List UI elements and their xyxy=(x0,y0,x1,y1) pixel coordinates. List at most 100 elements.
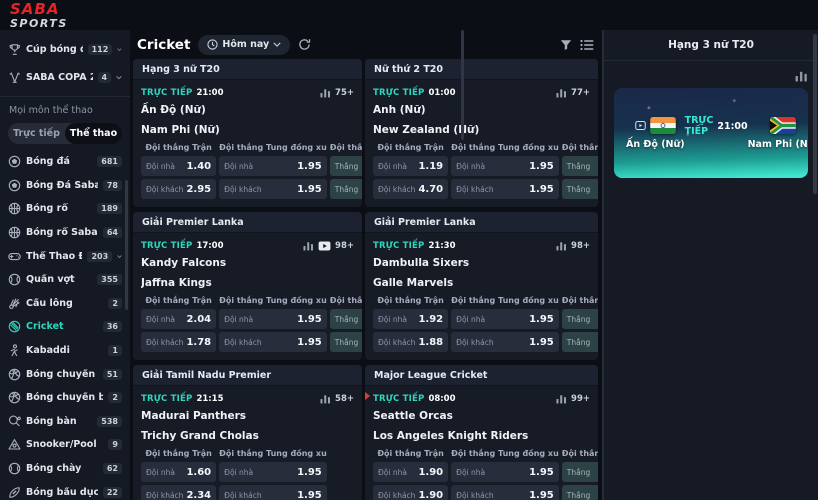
odds-cell[interactable]: Đội nhà 1.95 xyxy=(219,309,327,329)
odds-cell[interactable]: Đội nhà 1.40 xyxy=(141,156,216,176)
logo-line2: SPORTS xyxy=(10,18,68,29)
sidebar-item-qu-n-v-t[interactable]: Quần vợt 355 xyxy=(0,268,130,292)
match-card[interactable]: Giải Premier Lanka TRỰC TIẾP 17:00 98+ K… xyxy=(133,212,362,360)
odds-cell[interactable]: Thắng 1.19 xyxy=(562,156,598,176)
odds-cell[interactable]: Đội nhà 1.92 xyxy=(373,309,448,329)
stats-icon[interactable] xyxy=(320,393,331,404)
market-header: Đội thắng Trận xyxy=(330,296,362,307)
sidebar-item-cricket[interactable]: Cricket 36 xyxy=(0,315,130,339)
match-card[interactable]: Major League Cricket TRỰC TIẾP 08:00 99+… xyxy=(365,365,598,500)
market-column: Đội thắng Tung đồng xu Đội nhà 1.95 Đội … xyxy=(219,296,327,352)
stats-icon[interactable] xyxy=(556,393,567,404)
video-icon[interactable] xyxy=(318,241,331,251)
filter-icon[interactable] xyxy=(560,39,572,51)
odds-cell[interactable]: Thắng 1.90 xyxy=(562,485,598,500)
sidebar-scrollbar[interactable] xyxy=(125,180,128,310)
kabaddi-icon xyxy=(8,344,21,357)
odds-label: Đội nhà xyxy=(224,468,253,477)
sidebar-item-b-ng-chuy-n[interactable]: Bóng chuyền 51 xyxy=(0,362,130,386)
markets-count[interactable]: 75+ xyxy=(335,88,354,98)
stats-icon[interactable] xyxy=(303,240,314,251)
odds-cell[interactable]: Thắng 2.95 xyxy=(330,179,362,199)
match-time: 21:15 xyxy=(196,394,223,404)
tab-live[interactable]: Trực tiếp xyxy=(8,123,65,144)
odds-cell[interactable]: Đội nhà 1.60 xyxy=(141,462,216,482)
odds-cell[interactable]: Đội khách 1.95 xyxy=(219,485,327,500)
stats-icon[interactable] xyxy=(556,240,567,251)
odds-cell[interactable]: Thắng 1.92 xyxy=(562,309,598,329)
sidebar-item-th-thao-i-n-t-[interactable]: Thể Thao Điện Tử 203 xyxy=(0,244,130,268)
odds-cell[interactable]: Thắng 1.40 xyxy=(330,156,362,176)
time-filter-dropdown[interactable]: Hôm nay xyxy=(198,35,290,55)
odds-cell[interactable]: Đội khách 1.95 xyxy=(451,179,559,199)
odds-cell[interactable]: Thắng 1.88 xyxy=(562,332,598,352)
odds-cell[interactable]: Thắng 1.78 xyxy=(330,332,362,352)
markets-count[interactable]: 99+ xyxy=(571,394,590,404)
odds-cell[interactable]: Đội nhà 1.95 xyxy=(219,462,327,482)
odds-cell[interactable]: Đội khách 2.34 xyxy=(141,485,216,500)
odds-cell[interactable]: Đội nhà 1.95 xyxy=(219,156,327,176)
match-card[interactable]: Nữ thứ 2 T20 TRỰC TIẾP 01:00 77+ Anh (Nữ… xyxy=(365,59,598,207)
match-card[interactable]: Giải Premier Lanka TRỰC TIẾP 21:30 98+ D… xyxy=(365,212,598,360)
sidebar-item-c-p-b-ng-na-[interactable]: Cúp bóng đá Na... 112 xyxy=(0,35,130,63)
sidebar-item-b-ng-r-saba[interactable]: Bóng rổ Saba 64 xyxy=(0,221,130,245)
tab-sports[interactable]: Thể thao xyxy=(65,123,122,144)
sidebar-item-b-ng-r-[interactable]: Bóng rổ 189 xyxy=(0,197,130,221)
odds-label: Đội nhà xyxy=(224,315,253,324)
stats-icon[interactable] xyxy=(556,87,567,98)
odds-cell[interactable]: Đội nhà 1.95 xyxy=(451,156,559,176)
odds-cell[interactable]: Đội khách 2.95 xyxy=(141,179,216,199)
sidebar-item-b-ng-b-u-d-c-m-[interactable]: Bóng bầu dục Mỹ 22 xyxy=(0,480,130,500)
tennis-icon xyxy=(8,273,21,286)
match-card[interactable]: Hạng 3 nữ T20 TRỰC TIẾP 21:00 75+ Ấn Độ … xyxy=(133,59,362,207)
sidebar-item-label: Bóng bầu dục Mỹ xyxy=(26,487,98,498)
odds-cell[interactable]: Đội nhà 1.95 xyxy=(451,462,559,482)
sidebar-item-label: Bóng rổ Saba xyxy=(26,227,98,238)
market-column: Đội thắng Tung đồng xu Đội nhà 1.95 Đội … xyxy=(219,449,327,500)
odds-cell[interactable]: Thắng 1.90 xyxy=(562,462,598,482)
sidebar-item-b-ng-chuy-n-b-i-bi-n[interactable]: Bóng chuyền bãi biển 2 xyxy=(0,386,130,410)
odds-cell[interactable]: Thắng 4.70 xyxy=(562,179,598,199)
odds-cell[interactable]: Đội khách 1.95 xyxy=(451,332,559,352)
odds-value: 1.95 xyxy=(297,184,322,195)
sidebar-item-kabaddi[interactable]: Kabaddi 1 xyxy=(0,339,130,363)
odds-cell[interactable]: Đội nhà 1.95 xyxy=(451,309,559,329)
odds-cell[interactable]: Đội khách 1.78 xyxy=(141,332,216,352)
featured-match-card[interactable]: Ấn Độ (Nữ) TRỰC TIẾP 21:00 Nam xyxy=(614,88,808,178)
match-card[interactable]: Giải Tamil Nadu Premier TRỰC TIẾP 21:15 … xyxy=(133,365,362,500)
main-scrollbar[interactable] xyxy=(461,30,464,140)
markets: Đội thắng Trận Đội nhà 1.92 Đội khách 1.… xyxy=(373,296,598,352)
sidebar-item-b-ng-b-n[interactable]: Bóng bàn 538 xyxy=(0,410,130,434)
odds-cell[interactable]: Đội khách 1.95 xyxy=(219,332,327,352)
odds-value: 1.78 xyxy=(186,337,211,348)
sidebar-item-saba-copa-2024[interactable]: SABA COPA 2024 4 xyxy=(0,63,130,91)
sidebar-item-c-u-l-ng[interactable]: Cầu lông 2 xyxy=(0,292,130,316)
match-time: 08:00 xyxy=(428,394,455,404)
odds-cell[interactable]: Đội nhà 1.90 xyxy=(373,462,448,482)
odds-label: Thắng xyxy=(567,491,590,500)
odds-cell[interactable]: Đội khách 1.88 xyxy=(373,332,448,352)
odds-cell[interactable]: Đội khách 1.95 xyxy=(219,179,327,199)
markets-count[interactable]: 58+ xyxy=(335,394,354,404)
stats-icon[interactable] xyxy=(604,61,818,86)
sidebar-item-b-ng-saba[interactable]: Bóng Đá Saba 78 xyxy=(0,174,130,198)
odds-cell[interactable]: Đội khách 4.70 xyxy=(373,179,448,199)
away-team: New Zealand (Nữ) xyxy=(373,122,598,139)
page-scrollbar[interactable] xyxy=(813,34,817,194)
markets-count[interactable]: 98+ xyxy=(335,241,354,251)
list-view-icon[interactable] xyxy=(580,39,594,51)
markets-count[interactable]: 77+ xyxy=(571,88,590,98)
stats-icon[interactable] xyxy=(320,87,331,98)
refresh-icon[interactable] xyxy=(298,38,311,51)
sidebar-item-b-ng-ch-y[interactable]: Bóng chày 62 xyxy=(0,457,130,481)
odds-cell[interactable]: Thắng 2.04 xyxy=(330,309,362,329)
sidebar-item-b-ng-[interactable]: Bóng đá 681 xyxy=(0,150,130,174)
markets-count[interactable]: 98+ xyxy=(571,241,590,251)
odds-cell[interactable]: Đội nhà 1.19 xyxy=(373,156,448,176)
trophy-icon xyxy=(8,43,21,56)
odds-cell[interactable]: Đội nhà 2.04 xyxy=(141,309,216,329)
odds-cell[interactable]: Đội khách 1.90 xyxy=(373,485,448,500)
saba-sports-logo[interactable]: SABA SPORTS xyxy=(10,2,68,29)
odds-cell[interactable]: Đội khách 1.95 xyxy=(451,485,559,500)
sidebar-item-snooker-pool[interactable]: Snooker/Pool 9 xyxy=(0,433,130,457)
